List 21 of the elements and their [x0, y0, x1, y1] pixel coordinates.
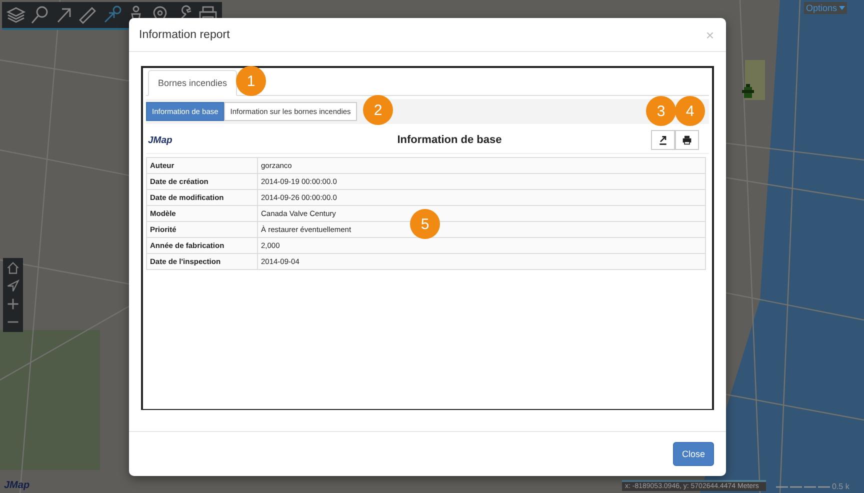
navigation-arrow-icon[interactable] — [6, 279, 20, 293]
dialog-title: Information report — [139, 28, 230, 40]
map-logo: JMap — [4, 480, 30, 491]
caret-icon — [839, 6, 846, 10]
report-title: Information de base — [396, 134, 503, 146]
scale-label: 0.5 k — [832, 482, 850, 491]
report-logo: JMap — [148, 134, 174, 146]
print-button[interactable] — [675, 130, 699, 150]
layer-tab[interactable]: Bornes incendies — [148, 70, 238, 96]
export-icon — [658, 135, 668, 145]
zoom-in-icon[interactable] — [6, 297, 20, 311]
home-icon[interactable] — [6, 261, 20, 275]
print-icon — [682, 135, 692, 145]
hydrant-icon[interactable] — [742, 84, 754, 100]
options-menu[interactable]: Options — [804, 2, 848, 14]
export-button[interactable] — [651, 130, 675, 150]
ruler-icon[interactable] — [78, 5, 98, 25]
layers-icon[interactable] — [6, 5, 26, 25]
close-button[interactable]: Close — [672, 442, 714, 466]
scale-bar — [776, 485, 830, 489]
search-icon[interactable] — [30, 5, 50, 25]
